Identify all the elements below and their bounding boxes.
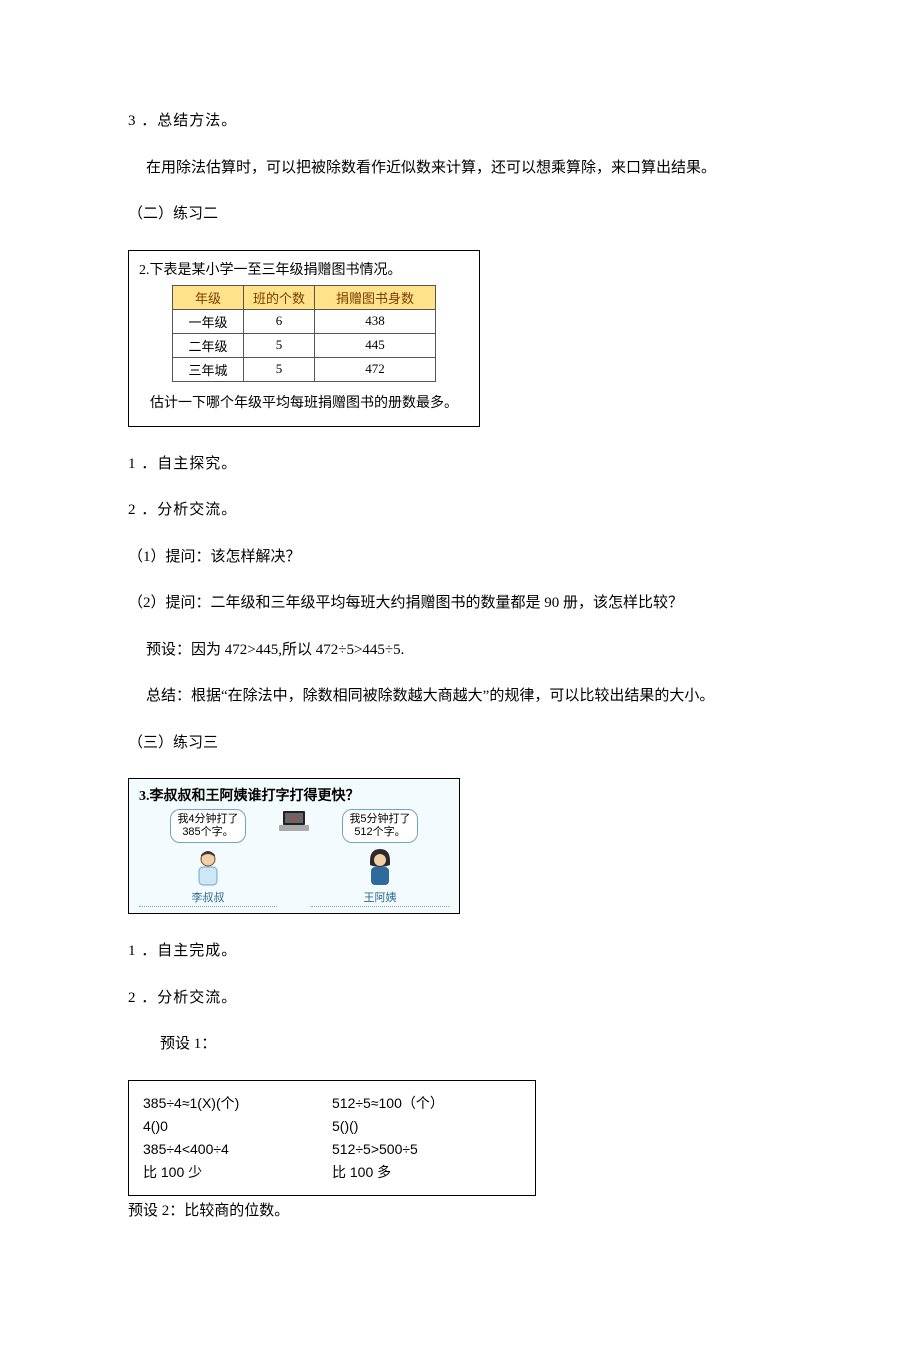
calc-line: 385÷4<400÷4 <box>143 1139 332 1160</box>
left-name: 李叔叔 <box>139 889 277 907</box>
donation-table: 年级 班的个数 捐赠图书身数 一年级 6 438 二年级 5 445 三年城 <box>172 285 436 382</box>
problem-3-left: 我4分钟打了 385个字。 李叔叔 <box>139 809 277 907</box>
table-row: 二年级 5 445 <box>173 333 436 357</box>
section-3-body: 在用除法估算时，可以把被除数看作近似数来计算，还可以想乘算除，来口算出结果。 <box>128 157 800 180</box>
calc-line: 比 100 多 <box>332 1162 521 1183</box>
step-analyze-2: 2 ．分析交流。 <box>128 987 800 1010</box>
calculation-box: 385÷4≈1(X)(个) 4()0 385÷4<400÷4 比 100 少 5… <box>128 1080 536 1196</box>
preset-2-label: 预设 2：比较商的位数。 <box>128 1200 800 1223</box>
calc-left-col: 385÷4≈1(X)(个) 4()0 385÷4<400÷4 比 100 少 <box>143 1091 332 1185</box>
man-icon <box>188 847 228 887</box>
problem-3-box: 3.李叔叔和王阿姨谁打字打得更快？ 我4分钟打了 385个字。 李叔叔 <box>128 778 460 914</box>
step-analyze: 2 ．分析交流。 <box>128 499 800 522</box>
table-row: 一年级 6 438 <box>173 309 436 333</box>
problem-2-box: 2.下表是某小学一至三年级捐赠图书情况。 年级 班的个数 捐赠图书身数 一年级 … <box>128 250 480 427</box>
calc-line: 比 100 少 <box>143 1162 332 1183</box>
step-self-explore: 1 ．自主探究。 <box>128 453 800 476</box>
th-grade: 年级 <box>173 285 244 309</box>
summary-line: 总结：根据“在除法中，除数相同被除数越大商越大”的规律，可以比较出结果的大小。 <box>128 685 800 708</box>
preset-1-label: 预设 1： <box>128 1033 800 1056</box>
calc-line: 512÷5≈100（个） <box>332 1093 521 1114</box>
problem-3-title: 3.李叔叔和王阿姨谁打字打得更快？ <box>139 785 449 805</box>
laptop-icon <box>277 809 311 843</box>
th-classes: 班的个数 <box>244 285 315 309</box>
calc-line: 512÷5>500÷5 <box>332 1139 521 1160</box>
right-name: 王阿姨 <box>311 889 449 907</box>
preset-answer: 预设：因为 472>445,所以 472÷5>445÷5. <box>128 639 800 662</box>
calc-right-col: 512÷5≈100（个） 5()() 512÷5>500÷5 比 100 多 <box>332 1091 521 1185</box>
question-2: （2）提问：二年级和三年级平均每班大约捐赠图书的数量都是 90 册，该怎样比较？ <box>128 592 800 615</box>
th-books: 捐赠图书身数 <box>315 285 436 309</box>
step-self-complete: 1 ．自主完成。 <box>128 940 800 963</box>
calc-line: 5()() <box>332 1116 521 1137</box>
right-speech-bubble: 我5分钟打了 512个字。 <box>342 809 417 843</box>
calc-line: 4()0 <box>143 1116 332 1137</box>
table-row: 三年城 5 472 <box>173 357 436 381</box>
woman-icon <box>360 847 400 887</box>
calc-line: 385÷4≈1(X)(个) <box>143 1093 332 1114</box>
exercise-3-heading: （三）练习三 <box>128 732 800 755</box>
problem-2-title: 2.下表是某小学一至三年级捐赠图书情况。 <box>139 259 469 279</box>
problem-2-caption: 估计一下哪个年级平均每班捐赠图书的册数最多。 <box>139 392 469 412</box>
exercise-2-heading: （二）练习二 <box>128 203 800 226</box>
question-1: （1）提问：该怎样解决？ <box>128 546 800 569</box>
problem-3-right: 我5分钟打了 512个字。 王阿姨 <box>311 809 449 907</box>
left-speech-bubble: 我4分钟打了 385个字。 <box>170 809 245 843</box>
section-3-heading: 3 ．总结方法。 <box>128 110 800 133</box>
